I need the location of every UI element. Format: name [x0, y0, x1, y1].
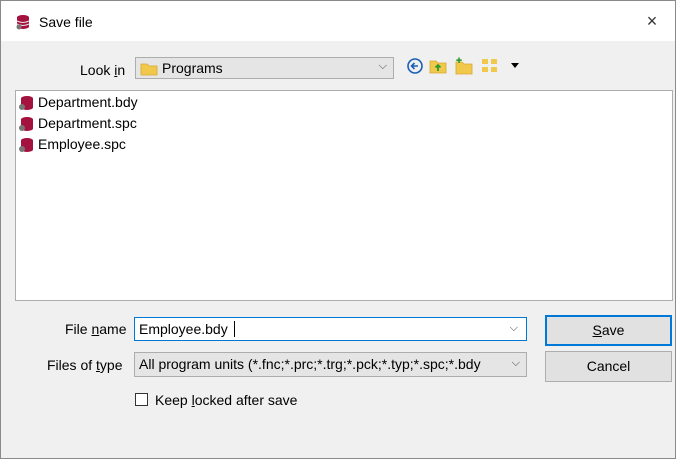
folder-icon — [140, 63, 158, 76]
close-button[interactable]: × — [629, 1, 675, 41]
save-file-dialog: Save file × Look in Programs ⌵ Departmen… — [0, 0, 676, 459]
cancel-button[interactable]: Cancel — [545, 351, 672, 382]
files-of-type-dropdown[interactable]: All program units (*.fnc;*.prc;*.trg;*.p… — [134, 352, 527, 377]
file-list[interactable]: Department.bdy Department.spc Employee.s… — [15, 90, 673, 301]
look-in-label: Look in — [80, 62, 126, 78]
new-folder-icon[interactable] — [455, 57, 473, 75]
file-name-field[interactable]: Employee.bdy ⌵ — [134, 317, 527, 341]
text-caret — [234, 321, 235, 337]
chevron-down-icon: ⌵ — [378, 60, 387, 72]
files-of-type-value: All program units (*.fnc;*.prc;*.trg;*.p… — [139, 356, 481, 372]
keep-locked-label[interactable]: Keep locked after save — [155, 392, 297, 408]
database-icon — [19, 96, 33, 110]
file-name: Employee.spc — [38, 136, 126, 152]
file-name: Department.bdy — [38, 94, 138, 110]
look-in-value: Programs — [162, 60, 223, 76]
files-of-type-label: Files of type — [47, 357, 123, 373]
title-bar: Save file × — [1, 1, 675, 41]
up-folder-icon[interactable] — [429, 57, 447, 75]
view-menu-icon[interactable] — [481, 57, 499, 75]
window-title: Save file — [39, 14, 93, 30]
chevron-down-icon[interactable]: ⌵ — [510, 322, 518, 335]
close-icon: × — [646, 11, 658, 31]
database-icon — [16, 15, 30, 30]
file-name-label: File name — [65, 321, 127, 337]
back-icon[interactable] — [406, 57, 424, 75]
database-icon — [19, 138, 33, 152]
file-name: Department.spc — [38, 115, 137, 131]
save-button[interactable]: Save — [545, 315, 672, 346]
file-name-value: Employee.bdy — [139, 321, 228, 337]
look-in-dropdown[interactable]: Programs ⌵ — [135, 57, 394, 79]
chevron-down-icon: ⌵ — [511, 357, 520, 369]
keep-locked-checkbox[interactable] — [135, 393, 148, 406]
database-icon — [19, 117, 33, 131]
chevron-down-icon[interactable] — [509, 59, 521, 71]
